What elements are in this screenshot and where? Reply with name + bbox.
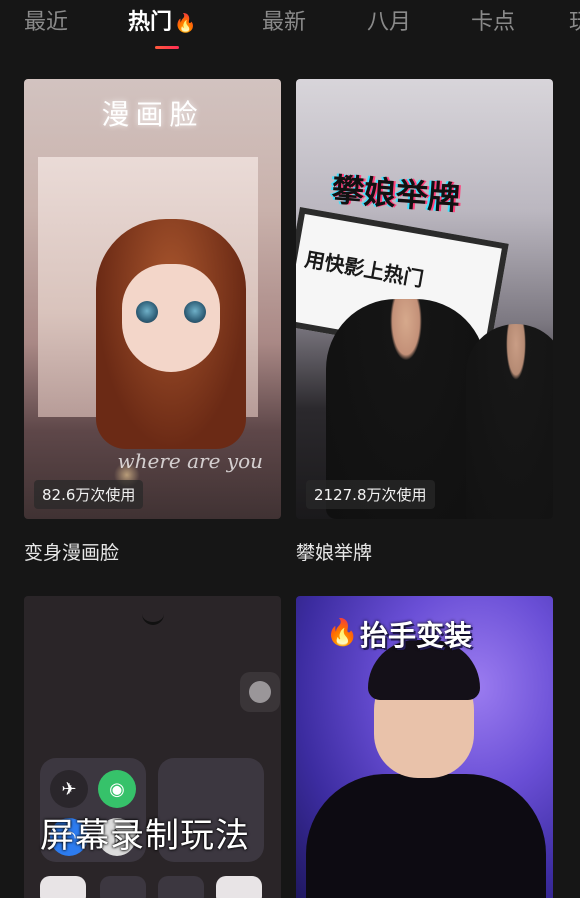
tab-play[interactable]: 玩 (569, 4, 580, 36)
category-tabs: 最近 热门🔥 最新 八月 卡点 玩 (0, 0, 580, 56)
anime-eye-right (184, 301, 206, 323)
tab-beat-sync[interactable]: 卡点 (471, 4, 515, 36)
fire-icon: 🔥 (174, 13, 197, 34)
tab-hot[interactable]: 热门 🔥 (128, 4, 196, 36)
cellular-icon: ◉ (98, 770, 136, 808)
control-tile (158, 876, 204, 898)
airplane-icon: ✈ (50, 770, 88, 808)
usage-count-badge: 82.6万次使用 (34, 480, 144, 509)
template-card-outfit-change[interactable]: 🔥 抬手变装 (296, 596, 553, 898)
thumbnail-overlay-title: 攀娘举牌 (330, 170, 462, 218)
tab-hot-label: 热门 (128, 10, 173, 35)
thumbnail-overlay-title: 抬手变装 (360, 619, 473, 652)
template-card-anime-face[interactable]: 漫画脸 where are you 82.6万次使用 (24, 79, 281, 519)
template-title[interactable]: 攀娘举牌 (296, 538, 372, 565)
rotation-lock-icon (40, 876, 86, 898)
template-card-sign-holding[interactable]: 用快影上热门 攀娘举牌 2127.8万次使用 (296, 79, 553, 519)
tab-recent[interactable]: 最近 (24, 4, 68, 36)
person-figure (466, 324, 553, 519)
thumbnail-overlay-title: 漫画脸 (101, 98, 204, 131)
assistive-touch-icon (240, 672, 280, 712)
fire-icon: 🔥 (326, 618, 359, 648)
control-tile (216, 876, 262, 898)
thumbnail-overlay-title: 屏幕录制玩法 (40, 816, 250, 856)
moon-icon (100, 876, 146, 898)
tab-newest[interactable]: 最新 (262, 4, 306, 36)
anime-eye-left (136, 301, 158, 323)
anime-face (122, 264, 220, 372)
thumbnail-script-text: where are you (117, 449, 264, 473)
person-body (306, 774, 546, 898)
usage-count-badge: 2127.8万次使用 (306, 480, 435, 509)
template-card-screen-recording[interactable]: ✈ ◉ ◠ ᛒ 屏幕录制玩法 (24, 596, 281, 898)
template-title[interactable]: 变身漫画脸 (24, 538, 119, 565)
sign-board-text: 用快影上热门 (303, 246, 426, 292)
tab-august[interactable]: 八月 (367, 4, 411, 36)
active-tab-indicator (155, 46, 179, 49)
